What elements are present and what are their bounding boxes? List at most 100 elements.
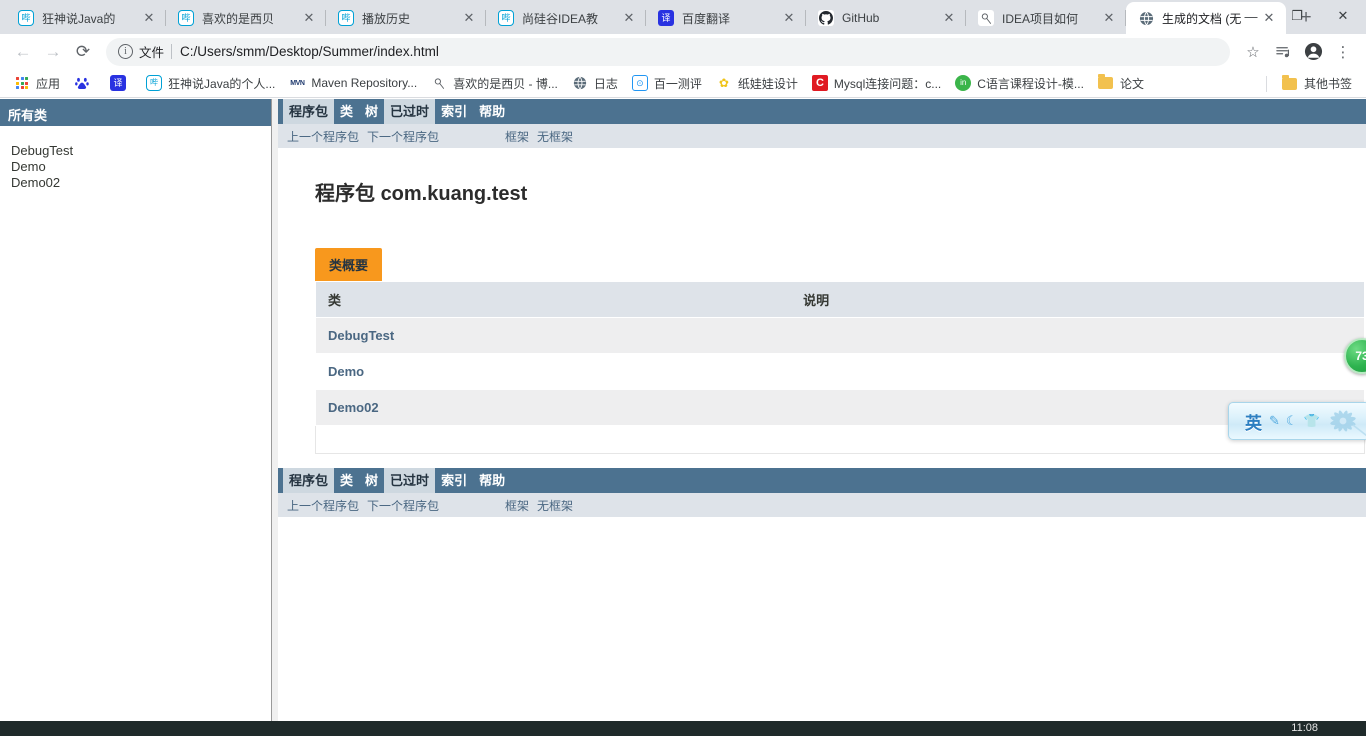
nav-item-packages-bottom[interactable]: 程序包 [283,468,335,493]
bookmark-clang-course[interactable]: in C语言课程设计-模... [948,72,1091,95]
bookmark-translate[interactable]: 译 [103,72,139,95]
allclasses-item[interactable]: Demo [11,159,271,175]
bookmark-star-icon[interactable]: ☆ [1238,37,1268,67]
ime-language-toggle[interactable]: 英 [1245,409,1262,434]
nav-item-tree-bottom[interactable]: 树 [359,468,384,493]
class-link[interactable]: Demo02 [328,400,379,415]
bookmark-label: 纸娃娃设计 [737,76,798,91]
browser-tab[interactable]: 译 百度翻译 ✕ [646,2,806,34]
close-icon[interactable]: ✕ [138,7,160,29]
allclasses-item[interactable]: DebugTest [11,143,271,159]
maximize-button[interactable]: ❐ [1274,0,1320,32]
table-row[interactable]: Demo02 [315,389,1365,426]
browser-window: 哔 狂神说Java的 ✕ 哔 喜欢的是西贝 ✕ 哔 播放历史 ✕ 哔 尚硅谷ID… [0,0,1366,736]
browser-toolbar: ← → ⟳ i 文件 C:/Users/smm/Desktop/Summer/i… [0,34,1366,69]
translate-icon: 译 [658,10,674,26]
bookmark-folder-lunwen[interactable]: 论文 [1091,72,1151,95]
reload-button[interactable]: ⟳ [68,37,98,67]
prev-package-link[interactable]: 上一个程序包 [283,128,363,145]
other-bookmarks-button[interactable]: 其他书签 [1275,72,1359,95]
bookmark-baidu[interactable] [67,72,103,95]
browser-tab[interactable]: IDEA项目如何 ✕ [966,2,1126,34]
nav-item-deprecated[interactable]: 已过时 [384,99,436,124]
windows-taskbar: 11:08 [0,721,1366,736]
bottom-subnavbar: 上一个程序包 下一个程序包 框架 无框架 [278,493,1366,517]
avatar[interactable] [1298,37,1328,67]
bookmark-label: Mysql连接问题：c... [833,76,942,91]
noframes-link[interactable]: 无框架 [533,128,577,145]
tab-title: 狂神说Java的 [42,11,116,26]
close-icon[interactable]: ✕ [618,7,640,29]
nav-item-help[interactable]: 帮助 [473,99,511,124]
page-content: 所有类 DebugTest Demo Demo02 程序包 类 树 已过时 索引… [0,99,1366,736]
close-window-button[interactable]: ✕ [1320,0,1366,32]
nav-item-index[interactable]: 索引 [435,99,473,124]
nav-item-classes[interactable]: 类 [334,99,359,124]
close-icon[interactable]: ✕ [1098,7,1120,29]
table-cell-description [539,317,1365,354]
class-link[interactable]: DebugTest [328,328,394,343]
next-package-link-bottom[interactable]: 下一个程序包 [363,497,443,514]
tab-class-summary[interactable]: 类概要 [315,248,383,281]
ime-pen-icon[interactable]: ✎ [1269,413,1280,429]
media-playlist-icon[interactable] [1268,37,1298,67]
bookmark-label: 论文 [1119,76,1144,91]
table-row[interactable]: Demo [315,353,1365,390]
page-title-prefix: 程序包 [315,183,375,205]
page-title-package: com.kuang.test [380,183,528,205]
bookmark-apps[interactable]: 应用 [7,72,67,95]
folder-icon [1282,74,1298,92]
translate-icon: 译 [110,75,127,91]
tab-title: 播放历史 [362,11,411,26]
bookmarks-bar: 应用 译 哔 狂神说Java的个人... MVN Maven Repositor… [0,69,1366,98]
table-footer [315,426,1365,454]
nav-item-packages[interactable]: 程序包 [283,99,335,124]
paperdoll-icon: ✿ [718,76,729,90]
nav-item-help-bottom[interactable]: 帮助 [473,468,511,493]
close-icon[interactable]: ✕ [458,7,480,29]
back-button[interactable]: ← [8,37,38,67]
forward-button[interactable]: → [38,37,68,67]
table-cell-class: Demo02 [315,389,540,426]
browser-tab[interactable]: GitHub ✕ [806,2,966,34]
baidu-icon [74,75,90,91]
bookmark-rizhi[interactable]: 日志 [565,72,625,95]
site-info-icon[interactable]: i [118,44,133,59]
nav-item-tree[interactable]: 树 [359,99,384,124]
browser-tab[interactable]: 哔 狂神说Java的 ✕ [6,2,166,34]
minimize-button[interactable]: — [1228,0,1274,32]
nav-item-index-bottom[interactable]: 索引 [435,468,473,493]
class-link[interactable]: Demo [328,364,364,379]
tab-strip: 哔 狂神说Java的 ✕ 哔 喜欢的是西贝 ✕ 哔 播放历史 ✕ 哔 尚硅谷ID… [0,0,1366,34]
bookmark-bilibili-kuangshen[interactable]: 哔 狂神说Java的个人... [139,72,282,95]
table-row[interactable]: DebugTest [315,317,1365,354]
address-bar[interactable]: i 文件 C:/Users/smm/Desktop/Summer/index.h… [106,37,1230,66]
nav-item-deprecated-bottom[interactable]: 已过时 [384,468,436,493]
browser-tab[interactable]: 哔 尚硅谷IDEA教 ✕ [486,2,646,34]
browser-tab[interactable]: 哔 播放历史 ✕ [326,2,486,34]
close-icon[interactable]: ✕ [938,7,960,29]
column-header-class: 类 [315,281,540,318]
bookmark-baiyiceping[interactable]: ⊙ 百一测评 [625,72,709,95]
close-icon[interactable]: ✕ [298,7,320,29]
tab-title: 百度翻译 [682,11,731,26]
bottom-navbar-wrapper: 程序包 类 树 已过时 索引 帮助 上一个程序包 下一个程序包 框架 无框架 [278,468,1366,517]
ime-toolbar[interactable]: 英 ✎ ☾ 👕 [1228,402,1366,440]
bookmark-maven-repository[interactable]: MVN Maven Repository... [282,72,424,95]
noframes-link-bottom[interactable]: 无框架 [533,497,577,514]
omnibox-divider [171,44,173,59]
browser-tab[interactable]: 哔 喜欢的是西贝 ✕ [166,2,326,34]
bookmark-mysql-issue[interactable]: C Mysql连接问题：c... [805,72,948,95]
bookmark-paperdoll[interactable]: ✿ 纸娃娃设计 [709,72,805,95]
ime-moon-icon[interactable]: ☾ [1286,413,1298,429]
allclasses-item[interactable]: Demo02 [11,175,271,191]
next-package-link[interactable]: 下一个程序包 [363,128,443,145]
frames-link[interactable]: 框架 [501,128,533,145]
bottom-navbar: 程序包 类 树 已过时 索引 帮助 [278,468,1366,493]
close-icon[interactable]: ✕ [778,7,800,29]
prev-package-link-bottom[interactable]: 上一个程序包 [283,497,363,514]
nav-item-classes-bottom[interactable]: 类 [334,468,359,493]
chrome-menu-button[interactable]: ⋮ [1328,37,1358,67]
bookmark-xihuan-blog[interactable]: 喜欢的是西贝 - 博... [424,72,565,95]
frames-link-bottom[interactable]: 框架 [501,497,533,514]
